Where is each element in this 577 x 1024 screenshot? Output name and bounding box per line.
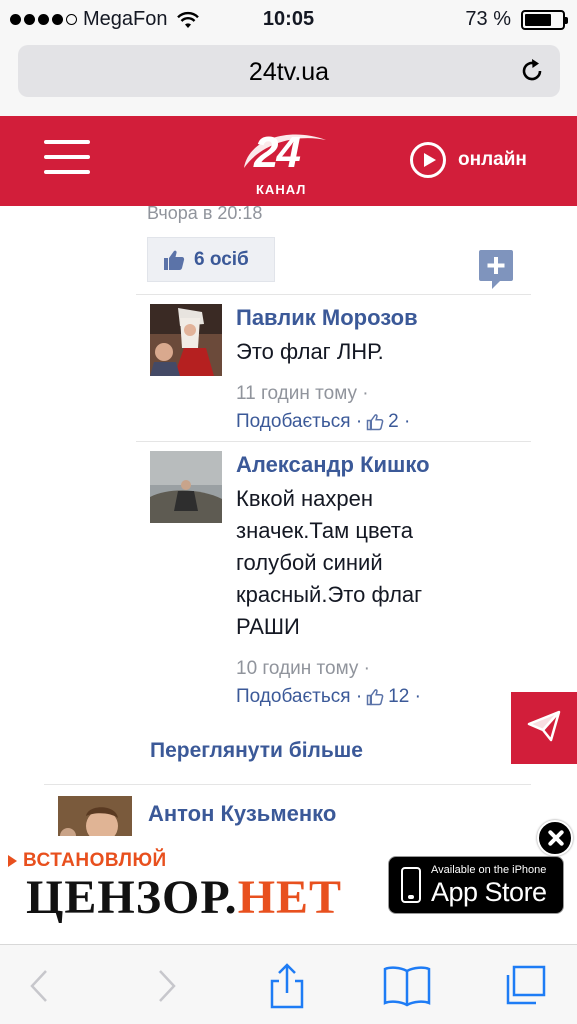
close-icon[interactable]	[537, 820, 573, 856]
ad-brand-part1: ЦЕНЗОР.	[26, 871, 238, 924]
play-icon	[410, 142, 446, 178]
add-comment-icon[interactable]	[478, 248, 514, 290]
thumbs-up-icon	[164, 250, 185, 270]
like-link[interactable]: Подобається ·	[236, 408, 362, 436]
logo-number: 24	[254, 128, 301, 177]
status-bar: MegaFon 10:05 73 %	[0, 0, 577, 38]
previous-comment-time: Вчора в 20:18	[147, 206, 263, 223]
back-icon[interactable]	[18, 963, 68, 1009]
comment-body: Александр Кишко Квкой нахрен значек.Там …	[236, 451, 536, 711]
comment-text-line: РАШИ	[236, 614, 300, 639]
status-right: 73 %	[465, 8, 568, 31]
site-header: 24 КАНАЛ онлайн	[0, 116, 577, 206]
divider	[136, 441, 531, 442]
browser-address-area: 24tv.ua	[0, 38, 577, 116]
ad-brand-part2: НЕТ	[237, 871, 343, 924]
comment-text: Квкой нахрен значек.Там цвета голубой си…	[236, 483, 536, 643]
tabs-icon[interactable]	[500, 963, 550, 1009]
comment-time: 10 годин тому ·	[236, 658, 370, 679]
divider	[136, 294, 531, 295]
like-count[interactable]: 2 ·	[388, 408, 410, 436]
app-store-small-text: Available on the iPhone	[431, 864, 547, 876]
ad-install-text: ВСТАНОВЛЮЙ	[8, 850, 167, 872]
ad-banner[interactable]: ВСТАНОВЛЮЙ ЦЕНЗОР.НЕТ Available on the i…	[0, 820, 577, 944]
comment-text-line: красный.Это флаг	[236, 582, 423, 607]
comment-author[interactable]: Александр Кишко	[236, 451, 536, 479]
online-label: онлайн	[458, 149, 527, 170]
bookmarks-icon[interactable]	[382, 963, 432, 1009]
comment-actions: Подобається · 12 ·	[236, 683, 536, 711]
likes-button[interactable]: 6 осіб	[147, 237, 275, 282]
comment-text-line: значек.Там цвета	[236, 518, 413, 543]
avatar[interactable]	[150, 304, 222, 376]
online-button[interactable]: онлайн	[410, 142, 527, 178]
arrow-icon	[8, 854, 17, 867]
iphone-icon	[401, 867, 421, 903]
comment-text-line: голубой синий	[236, 550, 383, 575]
likes-count: 6 осіб	[194, 248, 249, 270]
comment-text-line: Квкой нахрен	[236, 486, 374, 511]
ad-install-label: ВСТАНОВЛЮЙ	[23, 850, 167, 871]
battery-icon	[521, 9, 568, 30]
menu-icon[interactable]	[44, 140, 90, 178]
site-logo[interactable]: 24 КАНАЛ	[236, 124, 332, 202]
address-bar[interactable]: 24tv.ua	[18, 45, 560, 97]
comment-actions: Подобається · 2 ·	[236, 408, 536, 436]
comment-text-line: Это флаг ЛНР.	[236, 339, 384, 364]
avatar[interactable]	[58, 796, 132, 836]
avatar[interactable]	[150, 451, 222, 523]
app-store-big-text: App Store	[431, 877, 547, 907]
app-store-badge[interactable]: Available on the iPhone App Store	[388, 856, 564, 914]
thumbs-up-icon	[366, 689, 384, 706]
comment-time: 11 годин тому ·	[236, 383, 369, 404]
ad-brand-logo: ЦЕНЗОР.НЕТ	[26, 870, 342, 925]
browser-toolbar	[0, 944, 577, 1024]
divider	[44, 784, 531, 785]
thumbs-up-icon	[366, 414, 384, 431]
forward-icon[interactable]	[140, 963, 190, 1009]
comment-body: Павлик Морозов Это флаг ЛНР. 11 годин то…	[236, 304, 536, 436]
logo-subtitle: КАНАЛ	[256, 182, 307, 197]
see-more-link[interactable]: Переглянути більше	[150, 739, 363, 763]
comments-area: Вчора в 20:18 6 осіб Павлик Морозов Это …	[0, 206, 577, 836]
comment-author[interactable]: Антон Кузьменко	[148, 800, 336, 828]
share-icon[interactable]	[262, 963, 312, 1009]
url-text[interactable]: 24tv.ua	[18, 58, 560, 87]
comment-text: Это флаг ЛНР.	[236, 336, 536, 368]
paper-plane-icon	[527, 710, 561, 742]
comment-author[interactable]: Павлик Морозов	[236, 304, 536, 332]
like-link[interactable]: Подобається ·	[236, 683, 362, 711]
share-floating-button[interactable]	[511, 692, 577, 764]
like-count[interactable]: 12 ·	[388, 683, 421, 711]
reload-icon[interactable]	[518, 57, 546, 85]
battery-percentage: 73 %	[465, 8, 511, 30]
